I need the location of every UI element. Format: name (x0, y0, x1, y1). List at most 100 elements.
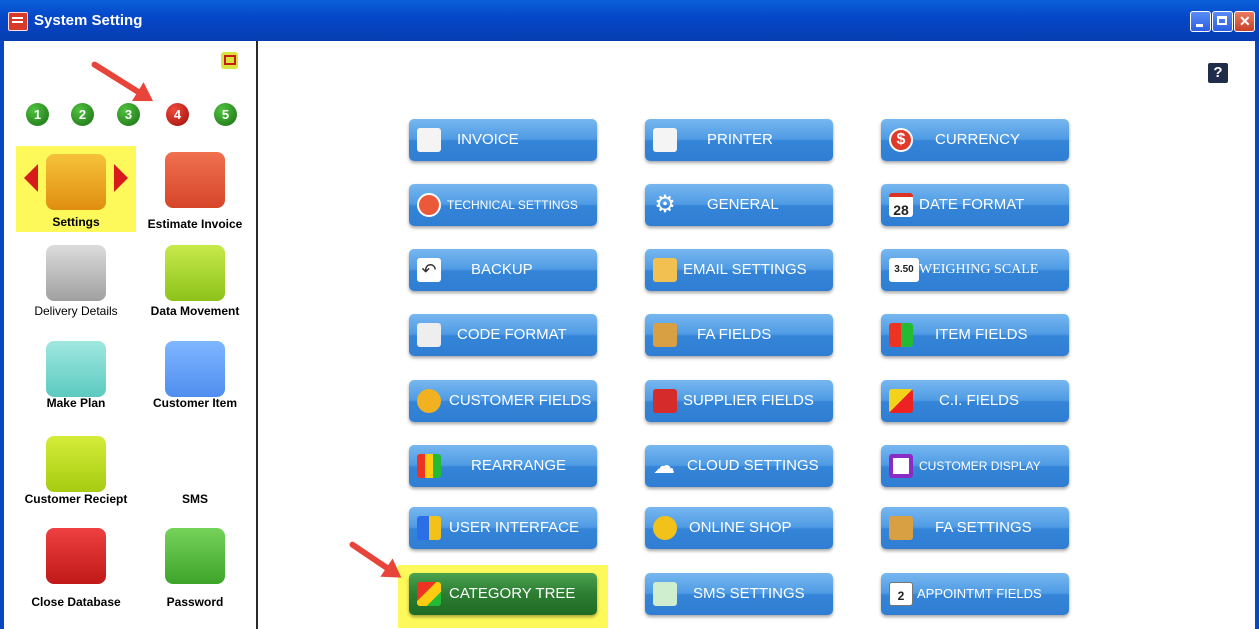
cloud-settings-button[interactable]: ☁ CLOUD SETTINGS (645, 445, 833, 487)
email-settings-button[interactable]: EMAIL SETTINGS (645, 249, 833, 291)
tile-label: CURRENCY (935, 131, 1021, 148)
printer-icon (653, 128, 677, 152)
tile-label: TECHNICAL SETTINGS (447, 198, 578, 212)
sidebar-item-label: Close Database (31, 595, 121, 609)
sidebar-item-label: Make Plan (46, 396, 106, 410)
backup-button[interactable]: ↶ BACKUP (409, 249, 597, 291)
item-fields-button[interactable]: ITEM FIELDS (881, 314, 1069, 356)
estimate-invoice-icon (165, 152, 225, 208)
sidebar-item-password[interactable]: Password (135, 528, 255, 609)
sidebar-item-delivery-details[interactable]: Delivery Details (16, 245, 136, 319)
arrow-left-icon (24, 164, 38, 192)
tile-label: FA FIELDS (697, 326, 772, 343)
invoice-icon (417, 128, 441, 152)
sidebar-item-data-movement[interactable]: Data Movement (135, 245, 255, 319)
chat-icon[interactable] (221, 52, 238, 69)
tile-label: SUPPLIER FIELDS (683, 392, 814, 409)
display-icon (889, 454, 913, 478)
sidebar-item-label: Data Movement (150, 304, 240, 318)
coins-settings-icon (889, 516, 913, 540)
sidebar-item-make-plan[interactable]: Make Plan (16, 341, 136, 415)
currency-icon: $ (889, 128, 913, 152)
weighing-scale-button[interactable]: 3.50 WEIGHING SCALE (881, 249, 1069, 291)
date-format-button[interactable]: 28 DATE FORMAT (881, 184, 1069, 226)
category-tree-icon (417, 582, 441, 606)
online-shop-button[interactable]: ONLINE SHOP (645, 507, 833, 549)
step-3[interactable]: 3 (117, 103, 140, 126)
tile-label: CUSTOMER DISPLAY (919, 459, 1041, 473)
step-5[interactable]: 5 (214, 103, 237, 126)
printer-button[interactable]: PRINTER (645, 119, 833, 161)
minimize-button[interactable] (1190, 11, 1211, 32)
tile-label: APPOINTMT FIELDS (917, 586, 1042, 601)
supplier-fields-button[interactable]: SUPPLIER FIELDS (645, 380, 833, 422)
item-fields-icon (889, 323, 913, 347)
sidebar-item-label: Settings (52, 215, 100, 229)
shapes-icon (165, 341, 225, 397)
tile-label: SMS SETTINGS (693, 585, 805, 602)
sidebar-item-estimate-invoice[interactable]: Estimate Invoice (135, 152, 255, 231)
tile-label: ONLINE SHOP (689, 519, 792, 536)
tile-label: CUSTOMER FIELDS (449, 392, 592, 409)
sms-icon (165, 436, 225, 492)
tile-label: FA SETTINGS (935, 519, 1032, 536)
fa-settings-button[interactable]: FA SETTINGS (881, 507, 1069, 549)
database-icon (46, 528, 106, 584)
window-title: System Setting (34, 12, 143, 29)
tools-icon (46, 154, 106, 210)
sidebar-item-label: SMS (181, 492, 208, 506)
tile-label: INVOICE (457, 131, 519, 148)
cloud-icon: ☁ (653, 453, 675, 478)
step-4[interactable]: 4 (166, 103, 189, 126)
tile-label: GENERAL (707, 196, 779, 213)
undo-icon: ↶ (417, 258, 441, 282)
general-button[interactable]: ⚙ GENERAL (645, 184, 833, 226)
appointment-fields-button[interactable]: 2 APPOINTMT FIELDS (881, 573, 1069, 615)
user-interface-button[interactable]: USER INTERFACE (409, 507, 597, 549)
coins-icon (653, 323, 677, 347)
sidebar-item-sms[interactable]: SMS (135, 436, 255, 510)
help-icon[interactable]: ? (1208, 63, 1228, 83)
sidebar-item-close-database[interactable]: Close Database (16, 528, 136, 609)
sms-settings-button[interactable]: SMS SETTINGS (645, 573, 833, 615)
sidebar-item-label: Customer Reciept (24, 492, 128, 506)
arrow-right-icon (114, 164, 128, 192)
technical-settings-button[interactable]: TECHNICAL SETTINGS (409, 184, 597, 226)
invoice-button[interactable]: INVOICE (409, 119, 597, 161)
rearrange-icon (417, 454, 441, 478)
globe-icon (653, 516, 677, 540)
tile-label: REARRANGE (471, 457, 567, 474)
scale-icon: 3.50 (889, 258, 919, 282)
sidebar-item-customer-item[interactable]: Customer Item (135, 341, 255, 415)
title-bar: System Setting (0, 0, 1259, 41)
user-lock-icon (165, 528, 225, 584)
close-button[interactable] (1234, 11, 1255, 32)
tile-label: ITEM FIELDS (935, 326, 1028, 343)
gear-icon: ⚙ (654, 191, 676, 218)
tile-label: C.I. FIELDS (939, 392, 1020, 409)
currency-button[interactable]: $ CURRENCY (881, 119, 1069, 161)
fa-fields-button[interactable]: FA FIELDS (645, 314, 833, 356)
sidebar-item-settings[interactable]: Settings (16, 146, 136, 232)
ci-fields-button[interactable]: C.I. FIELDS (881, 380, 1069, 422)
step-1[interactable]: 1 (26, 103, 49, 126)
rearrange-button[interactable]: REARRANGE (409, 445, 597, 487)
ui-grid-icon (417, 516, 441, 540)
code-format-icon (417, 323, 441, 347)
delivery-truck-icon (46, 245, 106, 301)
tile-label: USER INTERFACE (449, 519, 580, 536)
tile-label: PRINTER (707, 131, 773, 148)
sidebar-item-customer-reciept[interactable]: Customer Reciept (16, 436, 136, 510)
sidebar-item-label: Customer Item (152, 396, 238, 410)
customer-display-button[interactable]: CUSTOMER DISPLAY (881, 445, 1069, 487)
step-2[interactable]: 2 (71, 103, 94, 126)
shapes-icon (889, 389, 913, 413)
tile-label: BACKUP (471, 261, 533, 278)
code-format-button[interactable]: CODE FORMAT (409, 314, 597, 356)
tools-icon (417, 193, 441, 217)
data-movement-icon (165, 245, 225, 301)
customer-fields-button[interactable]: CUSTOMER FIELDS (409, 380, 597, 422)
category-tree-button[interactable]: CATEGORY TREE (409, 573, 597, 615)
clipboard-icon (46, 341, 106, 397)
maximize-button[interactable] (1212, 11, 1233, 32)
